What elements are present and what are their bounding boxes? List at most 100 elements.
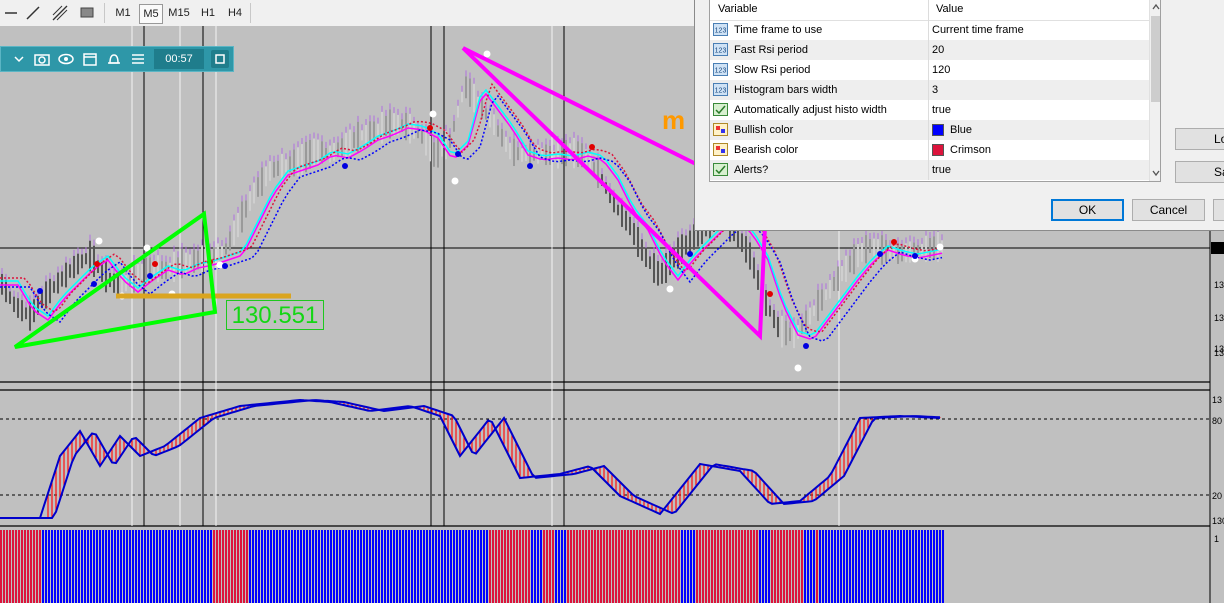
parameter-value[interactable]: 3 (932, 80, 938, 100)
color-palette-icon (713, 123, 728, 136)
column-divider (928, 140, 929, 160)
scroll-down-icon[interactable] (1151, 168, 1161, 178)
signal-dot (451, 177, 459, 185)
svg-text:123: 123 (715, 28, 727, 35)
vertical-scrollbar[interactable] (1149, 0, 1161, 181)
scroll-up-icon[interactable] (1151, 2, 1161, 12)
bearish-dot (589, 144, 595, 150)
number-123-icon: 123 (713, 83, 728, 96)
column-divider (928, 20, 929, 40)
parameter-name: Slow Rsi period (734, 64, 811, 76)
cancel-button[interactable]: Cancel (1132, 199, 1205, 221)
parameter-row[interactable]: Bearish color Crimson (710, 140, 1149, 160)
parameter-value[interactable]: 20 (932, 40, 944, 60)
timeframe-m5-button[interactable]: M5 (139, 4, 163, 24)
parameter-value[interactable]: true (932, 160, 951, 180)
signal-dot (936, 243, 944, 251)
bearish-dot (891, 239, 897, 245)
parameter-value[interactable]: true (932, 100, 951, 120)
rectangle-tool-icon[interactable] (80, 7, 94, 19)
parameter-row[interactable]: 123 Histogram bars width 3 (710, 80, 1149, 100)
variable-column-header[interactable]: Variable (718, 3, 758, 15)
parameter-row[interactable]: 123 Fast Rsi period 20 (710, 40, 1149, 60)
parameter-row[interactable]: 123 Slow Rsi period 120 (710, 60, 1149, 80)
column-divider (928, 160, 929, 180)
parameter-name: Alerts? (734, 164, 769, 176)
parameter-name: Bearish color (734, 144, 799, 156)
chart-quick-panel: 00:57 (0, 46, 234, 72)
alarm-icon[interactable] (104, 49, 124, 69)
signal-dot (95, 237, 103, 245)
price-axis-label: 13 (1214, 348, 1224, 358)
timeframe-h4-button[interactable]: H4 (224, 4, 246, 22)
boolean-icon (713, 163, 728, 176)
channel-tool-icon[interactable] (52, 5, 68, 21)
parameter-row[interactable]: Bullish color Blue (710, 120, 1149, 140)
signal-dot (429, 110, 437, 118)
bar-timer: 00:57 (154, 49, 204, 69)
parameter-value[interactable]: Blue (950, 120, 972, 140)
price-label[interactable]: 130.551 (226, 300, 324, 330)
parameter-name: Histogram bars width (734, 84, 838, 96)
bearish-dot (427, 125, 433, 131)
bearish-dot (767, 291, 773, 297)
parameter-value[interactable]: Crimson (950, 140, 991, 160)
number-123-icon: 123 (713, 63, 728, 76)
signal-dot (483, 50, 491, 58)
eye-icon[interactable] (56, 49, 76, 69)
value-column-header[interactable]: Value (936, 3, 963, 15)
svg-text:123: 123 (715, 68, 727, 75)
reset-button[interactable] (1213, 199, 1224, 221)
parameter-row[interactable]: Alerts? true (710, 160, 1149, 180)
column-divider (928, 80, 929, 100)
load-button[interactable]: Lo (1175, 128, 1224, 150)
rsi-axis-label: 20 (1212, 491, 1222, 501)
current-price-marker (1211, 242, 1224, 254)
price-axis-label: 13 (1214, 280, 1224, 290)
detach-icon[interactable] (211, 50, 229, 68)
calendar-icon[interactable] (80, 49, 100, 69)
camera-icon[interactable] (32, 49, 52, 69)
scrollbar-thumb[interactable] (1151, 16, 1160, 102)
color-swatch[interactable] (932, 124, 944, 136)
line-tool-icon[interactable] (4, 6, 18, 20)
parameter-value[interactable]: Current time frame (932, 20, 1024, 40)
parameter-name: Time frame to use (734, 24, 823, 36)
timeframe-h1-button[interactable]: H1 (197, 4, 219, 22)
bullish-dot (342, 163, 348, 169)
parameters-table: Variable Value 123 Time frame to use Curre… (709, 0, 1161, 182)
ok-button[interactable]: OK (1051, 199, 1124, 221)
number-123-icon: 123 (713, 23, 728, 36)
svg-text:123: 123 (715, 88, 727, 95)
rsi-axis-label: 13 (1212, 395, 1222, 405)
parameter-row[interactable]: Automatically adjust histo width true (710, 100, 1149, 120)
indicator-inputs-dialog: Variable Value 123 Time frame to use Curre… (694, 0, 1224, 231)
bullish-dot (687, 251, 693, 257)
boolean-icon (713, 103, 728, 116)
bullish-dot (37, 288, 43, 294)
save-button[interactable]: Sa (1175, 161, 1224, 183)
toolbar-separator (250, 3, 251, 23)
rsi-axis-label: 130 (1212, 516, 1224, 526)
price-axis-label: 13 (1214, 313, 1224, 323)
parameter-value[interactable]: 120 (932, 60, 950, 80)
bullish-dot (91, 281, 97, 287)
rsi-axis-label: 80 (1212, 416, 1222, 426)
toolbar-separator (104, 3, 105, 23)
bullish-dot (222, 263, 228, 269)
color-palette-icon (713, 143, 728, 156)
trendline-tool-icon[interactable] (26, 6, 40, 20)
timeframe-m1-button[interactable]: M1 (112, 4, 134, 22)
expand-icon[interactable] (9, 49, 29, 69)
menu-icon[interactable] (128, 49, 148, 69)
chart-overlay-text: m (662, 105, 686, 135)
bullish-dot (803, 343, 809, 349)
bullish-dot (147, 273, 153, 279)
bullish-dot (912, 253, 918, 259)
table-header: Variable Value (710, 0, 1149, 21)
column-divider (928, 100, 929, 120)
color-swatch[interactable] (932, 144, 944, 156)
timeframe-m15-button[interactable]: M15 (166, 4, 192, 22)
parameter-row[interactable]: 123 Time frame to use Current time frame (710, 20, 1149, 40)
bearish-dot (152, 261, 158, 267)
